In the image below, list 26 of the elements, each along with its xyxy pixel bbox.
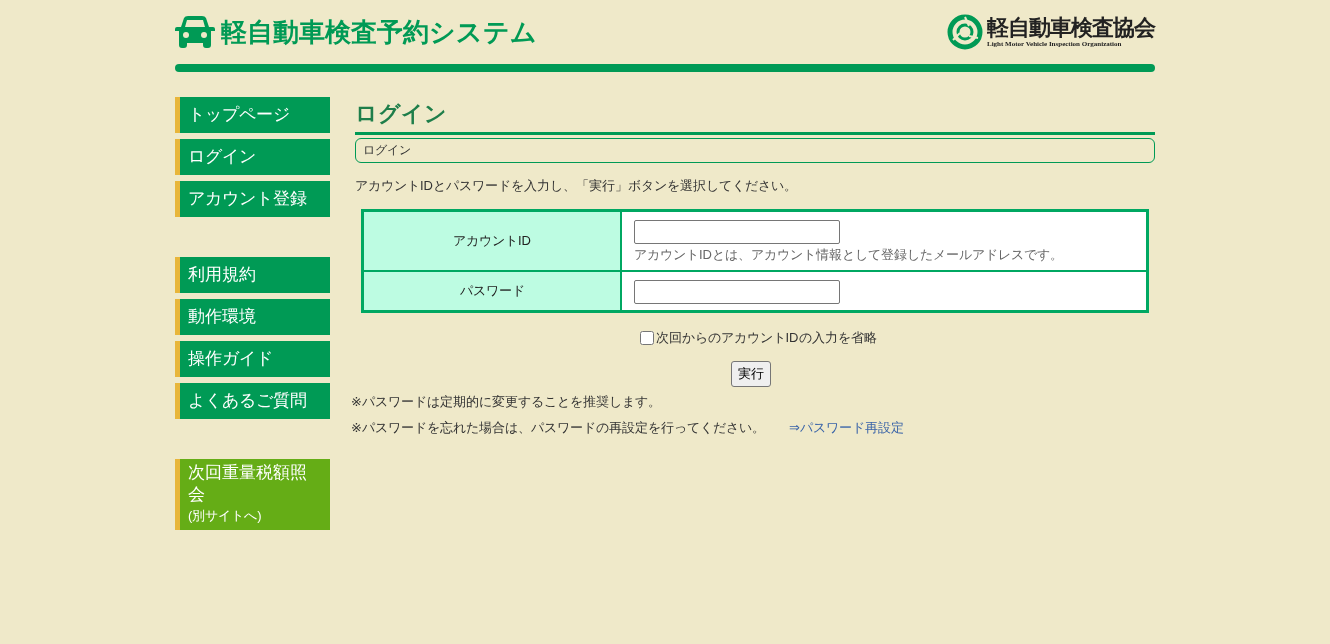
- sidebar-link[interactable]: 利用規約: [175, 257, 330, 293]
- breadcrumb: ログイン: [355, 138, 1155, 163]
- sidebar-link[interactable]: トップページ: [175, 97, 330, 133]
- sidebar-link[interactable]: アカウント登録: [175, 181, 330, 217]
- page-heading: ログイン: [355, 97, 1155, 135]
- submit-button[interactable]: 実行: [731, 361, 771, 387]
- note-text: ※パスワードは定期的に変更することを推奨します。: [351, 393, 661, 411]
- input-field[interactable]: [634, 220, 840, 244]
- note-text: ※パスワードを忘れた場合は、パスワードの再設定を行ってください。: [351, 419, 765, 437]
- sidebar-link[interactable]: 操作ガイド: [175, 341, 330, 377]
- external-site-link[interactable]: 次回重量税額照会 (別サイトへ): [175, 459, 330, 530]
- car-icon: [175, 15, 215, 49]
- instruction-text: アカウントIDとパスワードを入力し、「実行」ボタンを選択してください。: [355, 177, 798, 195]
- sidebar-link[interactable]: 動作環境: [175, 299, 330, 335]
- sidebar-link[interactable]: よくあるご質問: [175, 383, 330, 419]
- input-field[interactable]: [634, 280, 840, 304]
- field-hint: アカウントIDとは、アカウント情報として登録したメールアドレスです。: [634, 246, 1064, 264]
- ring-logo-icon: [947, 14, 983, 50]
- form-label-cell: アカウントID: [362, 210, 621, 271]
- password-reset-link[interactable]: ⇒パスワード再設定: [788, 419, 904, 437]
- organization-name: 軽自動車検査協会: [987, 16, 1155, 40]
- sidebar-link[interactable]: ログイン: [175, 139, 330, 175]
- remember-checkbox[interactable]: [639, 331, 654, 345]
- site-title: 軽自動車検査予約システム: [221, 15, 537, 49]
- checkbox-label: 次回からのアカウントIDの入力を省略: [655, 329, 877, 347]
- form-label-cell: パスワード: [362, 271, 621, 312]
